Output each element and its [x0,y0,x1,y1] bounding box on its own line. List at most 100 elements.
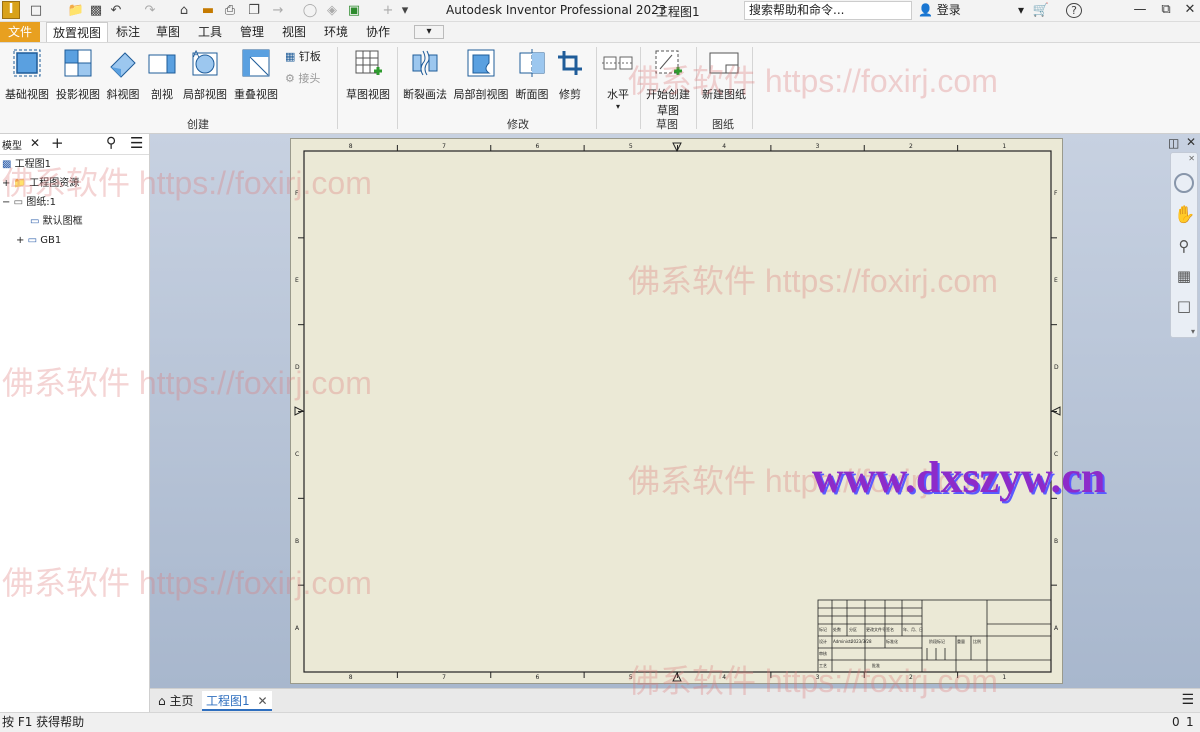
expand-icon[interactable]: + [16,235,24,246]
start-sketch-icon [655,50,682,75]
open-folder-icon[interactable]: 📁 [66,2,86,20]
help-button[interactable]: ? [1062,2,1086,20]
tab-environments[interactable]: 环境 [318,22,354,42]
tree-item-drawing[interactable]: ▩ 工程图1 [2,156,51,174]
search-input[interactable]: 搜索帮助和命令... [744,1,912,20]
status-help-text: 按 F1 获得帮助 [2,715,85,729]
new-file-icon[interactable]: □ [26,2,46,20]
zone-number: 6 [535,143,540,150]
nailboard-icon: ▦ [285,50,296,63]
tab-collaborate[interactable]: 协作 [360,22,396,42]
draft-view-button[interactable]: 草图视图 [344,47,392,102]
zone-letter: C [1054,450,1059,458]
document-tab-bar: ⌂ 主页 工程图1 ✕ ☰ [150,688,1200,712]
tab-tools[interactable]: 工具 [192,22,228,42]
tab-sketch[interactable]: 草图 [150,22,186,42]
drawing-sheet[interactable]: 87654321 87654321 FEDCBA FEDCBA 标记 处数 分区… [290,138,1063,684]
save-icon[interactable]: ▩ [86,2,106,20]
new-sheet-button[interactable]: 新建图纸 [699,47,749,102]
arrow-icon[interactable]: → [268,2,288,20]
tab-drawing1[interactable]: 工程图1 ✕ [202,691,272,711]
export-icon[interactable]: ▣ [344,2,364,20]
login-button[interactable]: 👤 登录 ▾ [918,1,1024,20]
zoom-icon[interactable]: ⚲ [1174,237,1194,257]
login-label: 登录 [936,3,961,17]
start-sketch-button[interactable]: 开始创建 草图 [643,47,693,118]
appearance-icon[interactable]: ◈ [322,2,342,20]
app-logo[interactable]: I [2,1,20,19]
break-icon [412,50,438,76]
zoom-all-icon[interactable]: ▦ [1174,267,1194,287]
home-icon: ⌂ [158,694,166,708]
base-view-button[interactable]: 基础视图 [4,47,50,102]
tab-annotate[interactable]: 标注 [110,22,146,42]
document-title: 工程图1 [656,5,700,19]
slice-button[interactable]: 断面图 [514,47,550,102]
tree-item-sheet[interactable]: − ▭ 图纸:1 [2,194,56,212]
crop-button[interactable]: 修剪 [554,47,586,102]
slice-icon [519,49,545,77]
graphics-window[interactable]: 87654321 87654321 FEDCBA FEDCBA 标记 处数 分区… [150,134,1200,688]
group-separator [696,47,697,129]
title-block [817,599,1052,673]
tab-place-views[interactable]: 放置视图 [46,22,109,42]
add-icon[interactable]: + [378,2,398,20]
group-create-label: 创建 [187,118,209,131]
tab-file[interactable]: 文件 [0,22,40,42]
expand-icon[interactable]: + [2,178,10,189]
tree-item-border[interactable]: ▭ 默认图框 [30,213,83,231]
collapse-icon[interactable]: − [2,197,10,208]
browser-tab-model[interactable]: 模型 [2,137,22,152]
customize-icon[interactable]: ▾ [398,2,412,20]
close-window-button[interactable]: ✕ [1176,0,1200,20]
connector-button[interactable]: ⚙ 接头 [285,71,320,87]
titleblock-icon: ▭ [27,235,38,246]
close-icon[interactable]: ✕ [30,136,40,150]
menu-icon[interactable]: ☰ [130,134,143,152]
zone-letter: F [295,190,299,198]
viewport-close-icon[interactable]: ✕ [1186,135,1196,149]
tree-item-titleblock[interactable]: + ▭ GB1 [16,232,61,250]
group-modify-label: 修改 [507,118,529,131]
search-icon[interactable]: ⚲ [106,135,116,151]
cart-icon[interactable]: 🛒 [1030,2,1052,20]
chevron-down-icon[interactable]: ▾ [1191,327,1195,336]
chevron-down-icon: ▾ [615,102,620,111]
close-icon[interactable]: ✕ [257,694,267,708]
tab-view[interactable]: 视图 [276,22,312,42]
projected-view-button[interactable]: 投影视图 [54,47,102,102]
zone-number: 3 [815,143,820,150]
redo-icon[interactable]: ↷ [140,2,160,20]
break-button[interactable]: 断裂画法 [400,47,450,102]
tree-item-resources[interactable]: + 📁 工程图资源 [2,175,79,193]
detail-view-button[interactable]: A 局部视图 [180,47,230,102]
minimize-button[interactable]: — [1126,0,1154,20]
tab-manage[interactable]: 管理 [234,22,270,42]
copy-icon[interactable]: ❐ [244,2,264,20]
close-icon[interactable]: ✕ [1188,154,1195,163]
nailboard-button[interactable]: ▦ 钉板 [285,49,321,65]
pan-hand-icon[interactable]: ✋ [1174,205,1195,225]
overlay-view-button[interactable]: 重叠视图 [232,47,280,102]
drawing-icon: ▩ [2,159,12,170]
tab-home[interactable]: ⌂ 主页 [154,691,197,711]
status-counter-a: 0 [1172,715,1180,729]
zone-number: 2 [908,674,913,681]
steering-wheel-icon[interactable] [1174,173,1194,193]
print-icon[interactable]: ⎙ [220,2,240,20]
add-tab-icon[interactable]: + [51,134,64,152]
zoom-window-icon[interactable]: □ [1174,297,1194,317]
update-icon[interactable]: ▬ [198,2,218,20]
horizontal-button[interactable]: 水平 ▾ [600,47,636,111]
group-sheet-label: 图纸 [712,118,734,131]
auxiliary-view-button[interactable]: 斜视图 [104,47,142,102]
ribbon-toggle-button[interactable]: ▾ [414,25,444,39]
measure-icon[interactable]: ◯ [300,2,320,20]
viewport-tile-icon[interactable]: ◫ [1168,136,1179,150]
undo-icon[interactable]: ↶ [106,2,126,20]
section-view-button[interactable]: 剖视 [144,47,180,102]
zone-letter: A [295,624,300,632]
menu-icon[interactable]: ☰ [1181,692,1194,708]
home-icon[interactable]: ⌂ [174,2,194,20]
break-out-button[interactable]: 局部剖视图 [452,47,510,102]
